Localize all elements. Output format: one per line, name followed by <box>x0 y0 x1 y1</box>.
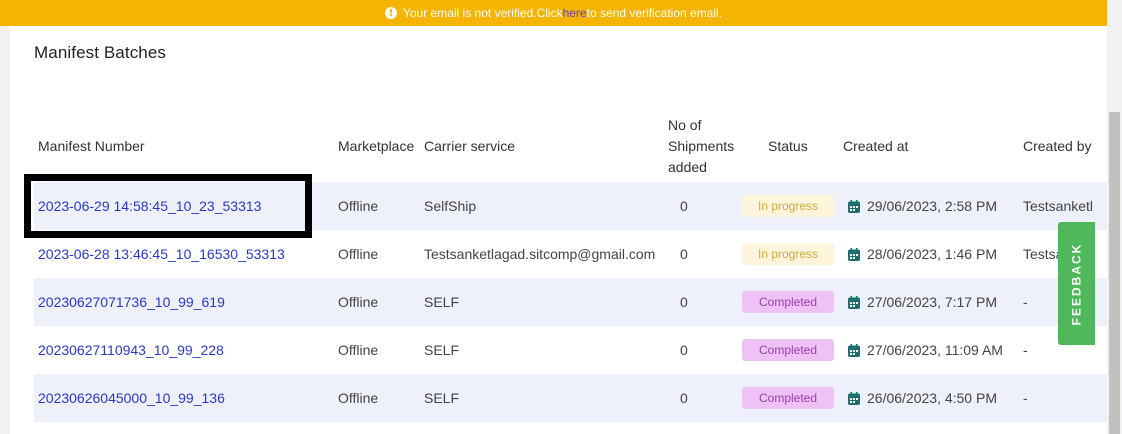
calendar-icon <box>848 247 860 261</box>
header-manifest-number: Manifest Number <box>38 138 145 154</box>
manifest-number-link[interactable]: 2023-06-28 13:46:45_10_16530_53313 <box>38 246 285 262</box>
marketplace-cell: Offline <box>338 342 379 358</box>
calendar-icon <box>848 295 860 309</box>
manifest-number-link[interactable]: 20230627110943_10_99_228 <box>38 342 224 358</box>
calendar-icon <box>848 391 860 405</box>
table-row[interactable]: 20230627071736_10_99_619 Offline SELF 0 … <box>34 278 1107 326</box>
header-shipments-added: No of Shipments added <box>668 110 734 182</box>
created-at-cell: 27/06/2023, 7:17 PM <box>867 294 997 310</box>
send-verification-link[interactable]: here <box>563 6 587 20</box>
shipments-cell: 0 <box>680 294 688 310</box>
header-marketplace: Marketplace <box>338 138 415 154</box>
page-title: Manifest Batches <box>34 43 166 62</box>
info-icon: ! <box>384 7 397 19</box>
banner-text-after: to send verification email. <box>586 6 723 20</box>
banner-text-before: Your email is not verified.Click <box>402 6 563 20</box>
scrollbar-thumb[interactable] <box>1109 112 1120 434</box>
status-badge: In progress <box>742 243 834 265</box>
header-carrier-service: Carrier service <box>424 138 516 154</box>
selection-highlight <box>24 174 312 238</box>
manifest-number-link[interactable]: 20230627071736_10_99_619 <box>38 294 225 310</box>
created-at-cell: 29/06/2023, 2:58 PM <box>867 198 997 214</box>
created-by-cell: - <box>1023 342 1028 358</box>
shipments-cell: 0 <box>680 246 688 262</box>
marketplace-cell: Offline <box>338 390 379 406</box>
header-shipments-line1: No of <box>668 116 702 133</box>
marketplace-cell: Offline <box>338 198 379 214</box>
status-badge: Completed <box>742 291 834 313</box>
manifest-number-link[interactable]: 20230626045000_10_99_136 <box>38 390 225 406</box>
calendar-icon <box>848 343 860 357</box>
header-created-at: Created at <box>843 138 909 154</box>
created-at-cell: 28/06/2023, 1:46 PM <box>867 246 997 262</box>
email-verification-banner: ! Your email is not verified.Click here … <box>0 0 1107 26</box>
calendar-icon <box>848 199 860 213</box>
table-header: Manifest Number Marketplace Carrier serv… <box>34 110 1107 182</box>
header-shipments-line3: added <box>668 158 707 175</box>
carrier-cell: SelfShip <box>424 198 477 214</box>
marketplace-cell: Offline <box>338 294 379 310</box>
created-by-cell: - <box>1023 390 1028 406</box>
created-at-cell: 26/06/2023, 4:50 PM <box>867 390 997 406</box>
marketplace-cell: Offline <box>338 246 379 262</box>
created-by-cell: - <box>1023 294 1028 310</box>
status-badge: Completed <box>742 387 834 409</box>
shipments-cell: 0 <box>680 198 688 214</box>
table-row[interactable]: 20230627110943_10_99_228 Offline SELF 0 … <box>34 326 1107 374</box>
feedback-button[interactable]: FEEDBACK <box>1058 222 1095 345</box>
carrier-cell: SELF <box>424 390 460 406</box>
carrier-cell: Testsanketlagad.sitcomp@gmail.com <box>424 246 656 262</box>
table-row[interactable]: 20230626045000_10_99_136 Offline SELF 0 … <box>34 374 1107 422</box>
carrier-cell: SELF <box>424 342 460 358</box>
status-badge: Completed <box>742 339 834 361</box>
status-badge: In progress <box>742 195 834 217</box>
header-status: Status <box>768 138 808 154</box>
feedback-label: FEEDBACK <box>1069 242 1084 325</box>
shipments-cell: 0 <box>680 390 688 406</box>
shipments-cell: 0 <box>680 342 688 358</box>
carrier-cell: SELF <box>424 294 460 310</box>
header-shipments-line2: Shipments <box>668 137 735 154</box>
created-at-cell: 27/06/2023, 11:09 AM <box>867 342 1003 358</box>
header-created-by: Created by <box>1023 138 1092 154</box>
